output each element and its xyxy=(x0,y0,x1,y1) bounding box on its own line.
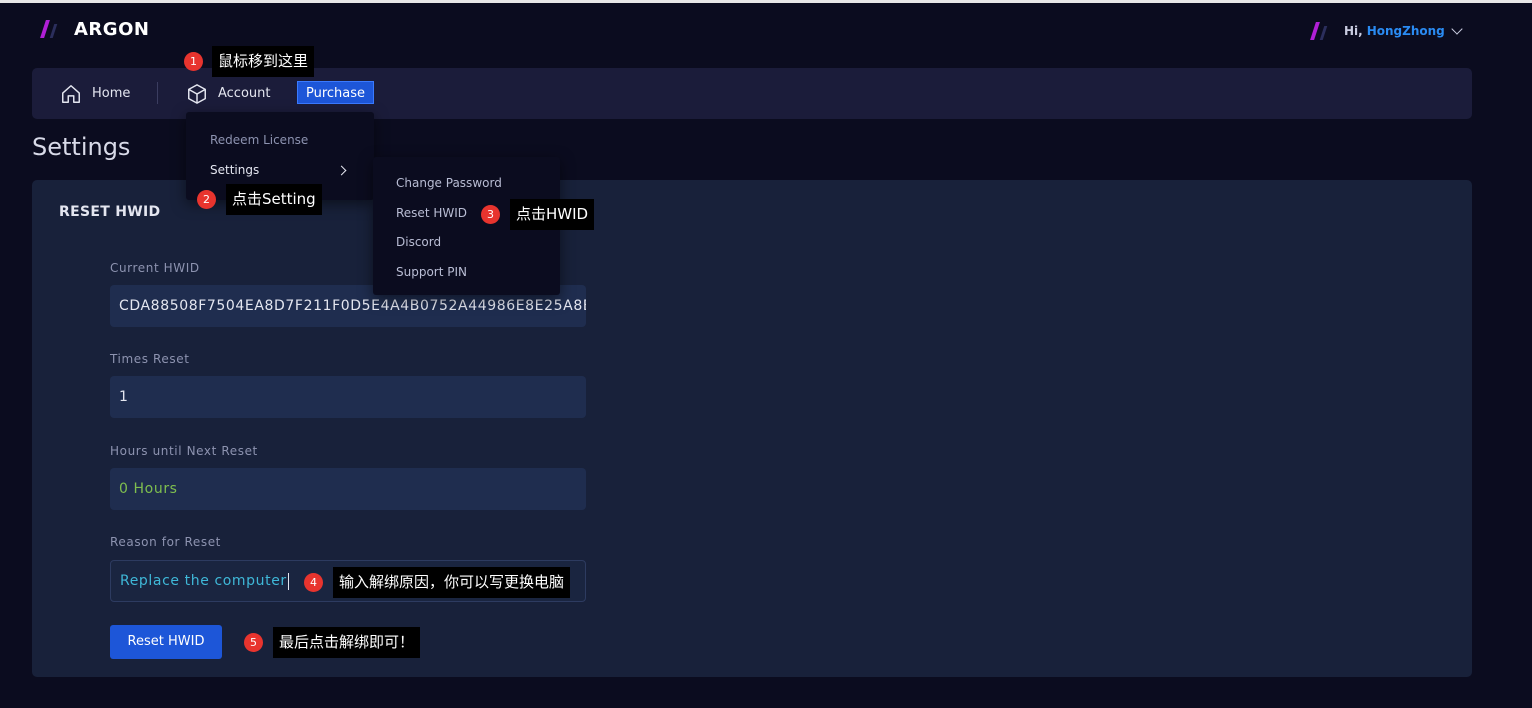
brand-name: ARGON xyxy=(74,18,150,40)
reason-label: Reason for Reset xyxy=(110,535,221,549)
menu-item-reset-hwid[interactable]: Reset HWID xyxy=(396,206,467,220)
reason-value: Replace the computer xyxy=(120,573,287,589)
window-top-border xyxy=(0,0,1532,3)
nav-home[interactable]: Home xyxy=(60,68,130,119)
annotation-4: 4 输入解绑原因，你可以写更换电脑 xyxy=(304,567,571,598)
annotation-number: 1 xyxy=(184,52,203,71)
nav-divider xyxy=(157,82,158,104)
times-reset-label: Times Reset xyxy=(110,352,190,366)
argon-logo-icon xyxy=(40,18,70,40)
menu-item-support-pin[interactable]: Support PIN xyxy=(396,265,467,279)
menu-item-change-password[interactable]: Change Password xyxy=(396,176,502,190)
annotation-text: 鼠标移到这里 xyxy=(212,46,315,77)
menu-item-settings[interactable]: Settings xyxy=(210,163,259,177)
annotation-number: 3 xyxy=(481,205,500,224)
annotation-5: 5 最后点击解绑即可！ xyxy=(244,627,421,658)
annotation-text: 点击Setting xyxy=(226,184,322,215)
nav-account-label: Account xyxy=(218,86,271,101)
annotation-text: 最后点击解绑即可！ xyxy=(273,627,421,658)
hours-until-label: Hours until Next Reset xyxy=(110,444,258,458)
annotation-1: 1 鼠标移到这里 xyxy=(184,46,315,77)
home-icon xyxy=(62,84,80,103)
times-reset-field[interactable]: 1 xyxy=(110,376,586,418)
user-menu[interactable]: Hi, HongZhong xyxy=(1310,20,1463,42)
menu-item-redeem-license[interactable]: Redeem License xyxy=(210,133,308,147)
brand-logo[interactable]: ARGON xyxy=(40,18,149,40)
chevron-down-icon xyxy=(1451,23,1463,35)
annotation-2: 2 点击Setting xyxy=(197,184,322,215)
card-title: RESET HWID xyxy=(59,204,161,220)
annotation-number: 5 xyxy=(244,633,263,652)
annotation-number: 4 xyxy=(304,573,323,592)
page-title: Settings xyxy=(32,133,131,161)
annotation-3: 3 点击HWID xyxy=(481,199,595,230)
text-caret xyxy=(287,572,289,590)
nav-home-label: Home xyxy=(92,86,131,101)
purchase-button[interactable]: Purchase xyxy=(297,81,375,104)
annotation-number: 2 xyxy=(197,190,216,209)
user-avatar-icon xyxy=(1310,20,1336,42)
username: HongZhong xyxy=(1366,24,1445,38)
reset-hwid-button[interactable]: Reset HWID xyxy=(110,625,222,659)
menu-item-discord[interactable]: Discord xyxy=(396,235,441,249)
cube-icon xyxy=(188,83,206,104)
greeting: Hi, xyxy=(1344,24,1363,38)
current-hwid-label: Current HWID xyxy=(110,261,200,275)
hours-until-field[interactable]: 0 Hours xyxy=(110,468,586,510)
chevron-right-icon xyxy=(336,165,347,176)
reset-hwid-card: RESET HWID Current HWID CDA88508F7504EA8… xyxy=(32,180,1472,677)
annotation-text: 点击HWID xyxy=(510,199,595,230)
annotation-text: 输入解绑原因，你可以写更换电脑 xyxy=(333,567,571,598)
